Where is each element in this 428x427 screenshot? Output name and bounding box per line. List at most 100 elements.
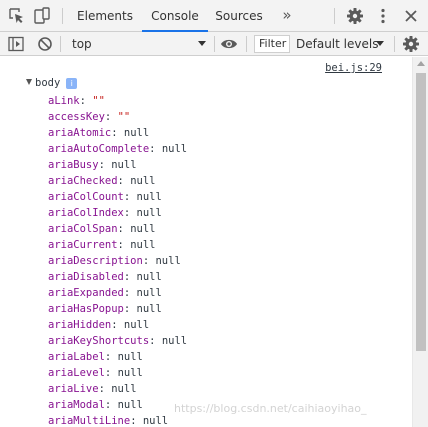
property-value: null [117,367,143,379]
property-key: ariaHasPopup [48,303,124,315]
property-value: "" [117,111,131,123]
property-row[interactable]: ariaHasPopup: null [48,301,187,317]
property-colon: : [142,255,156,267]
property-colon: : [130,415,143,427]
property-key: ariaAtomic [48,127,112,139]
property-row[interactable]: accessKey: "" [48,109,187,125]
property-value: null [123,319,150,331]
chevron-down-icon [198,41,206,46]
tab-console[interactable]: Console [142,0,208,32]
property-colon: : [117,239,131,251]
javascript-context-select[interactable]: top [66,35,210,53]
expand-triangle-icon[interactable] [26,79,32,85]
scrollbar-thumb[interactable] [416,73,426,351]
info-icon[interactable]: i [66,78,78,89]
more-tabs-button[interactable]: » [278,0,296,32]
property-key: ariaChecked [48,175,118,187]
property-row[interactable]: ariaLabel: null [48,349,187,365]
property-colon: : [98,383,112,395]
property-colon: : [104,399,118,411]
clear-console-icon[interactable] [36,35,54,53]
scroll-up-arrow-icon[interactable] [417,61,425,66]
property-colon: : [79,95,93,107]
property-row[interactable]: ariaLive: null [48,381,187,397]
tab-elements[interactable]: Elements [72,0,138,32]
live-expression-eye-icon[interactable] [220,35,238,53]
close-icon[interactable] [402,7,420,25]
toolbar-divider [62,8,63,24]
property-colon: : [149,335,162,347]
console-settings-gear-icon[interactable] [402,35,420,53]
property-colon: : [111,127,124,139]
property-key: ariaKeyShortcuts [48,335,150,347]
kebab-menu-icon[interactable] [374,7,392,25]
property-row[interactable]: ariaLevel: null [48,365,187,381]
tab-sources[interactable]: Sources [210,0,268,32]
settings-gear-icon[interactable] [346,7,364,25]
levels-value: Default levels [296,37,379,51]
property-row[interactable]: ariaDescription: null [48,253,187,269]
property-row[interactable]: ariaColCount: null [48,189,187,205]
property-colon: : [117,223,131,235]
property-colon: : [117,175,131,187]
property-value: null [136,287,162,299]
property-row[interactable]: ariaAutoComplete: null [48,141,187,157]
toolbar-divider [246,36,247,52]
property-key: ariaMultiLine [48,415,131,427]
property-row[interactable]: ariaChecked: null [48,173,187,189]
property-key: ariaBusy [48,159,99,171]
property-value: null [136,271,162,283]
property-value: null [111,159,137,171]
property-colon: : [104,367,118,379]
filter-input[interactable]: Filter [254,35,290,53]
vertical-scrollbar[interactable] [412,57,428,427]
property-row[interactable]: ariaBusy: null [48,157,187,173]
property-key: ariaLabel [48,351,105,363]
property-value: null [111,383,137,395]
property-colon: : [111,319,124,331]
property-value: null [117,399,143,411]
source-location-link[interactable]: bei.js:29 [325,62,382,74]
property-key: ariaLive [48,383,99,395]
property-row[interactable]: ariaColSpan: null [48,221,187,237]
property-key: ariaHidden [48,319,112,331]
property-colon: : [123,191,137,203]
object-label: body [35,77,61,89]
property-key: accessKey [48,111,105,123]
object-tree-root[interactable]: body i [26,75,78,91]
log-levels-dropdown[interactable]: Default levels [296,35,388,53]
property-row[interactable]: ariaCurrent: null [48,237,187,253]
device-toolbar-icon[interactable] [33,7,51,25]
inspect-element-icon[interactable] [8,7,26,25]
property-value: null [123,127,150,139]
toolbar-divider [214,36,215,52]
property-colon: : [104,111,118,123]
chevron-down-icon [376,41,384,46]
property-value: "" [92,95,105,107]
toolbar-divider [394,36,395,52]
property-value: null [142,415,169,427]
property-row[interactable]: ariaAtomic: null [48,125,187,141]
property-colon: : [104,351,118,363]
property-colon: : [149,143,162,155]
property-value: null [155,255,181,267]
context-value: top [72,37,92,51]
property-row[interactable]: ariaExpanded: null [48,285,187,301]
toolbar-divider [60,36,61,52]
property-row[interactable]: ariaMultiLine: null [48,413,187,427]
property-row[interactable]: ariaModal: null [48,397,187,413]
property-value: null [136,207,162,219]
watermark-text: https://blog.csdn.net/caihiaoyihao_ [174,402,367,415]
property-key: ariaAutoComplete [48,143,150,155]
property-list: aLink: "" accessKey: "" ariaAtomic: null ar… [48,93,187,427]
property-row[interactable]: ariaKeyShortcuts: null [48,333,187,349]
property-key: ariaDisabled [48,271,124,283]
property-row[interactable]: ariaDisabled: null [48,269,187,285]
property-value: null [130,175,156,187]
property-value: null [130,239,156,251]
property-row[interactable]: ariaHidden: null [48,317,187,333]
show-sidebar-icon[interactable] [7,35,25,53]
property-row[interactable]: ariaColIndex: null [48,205,187,221]
property-row[interactable]: aLink: "" [48,93,187,109]
property-key: ariaExpanded [48,287,124,299]
